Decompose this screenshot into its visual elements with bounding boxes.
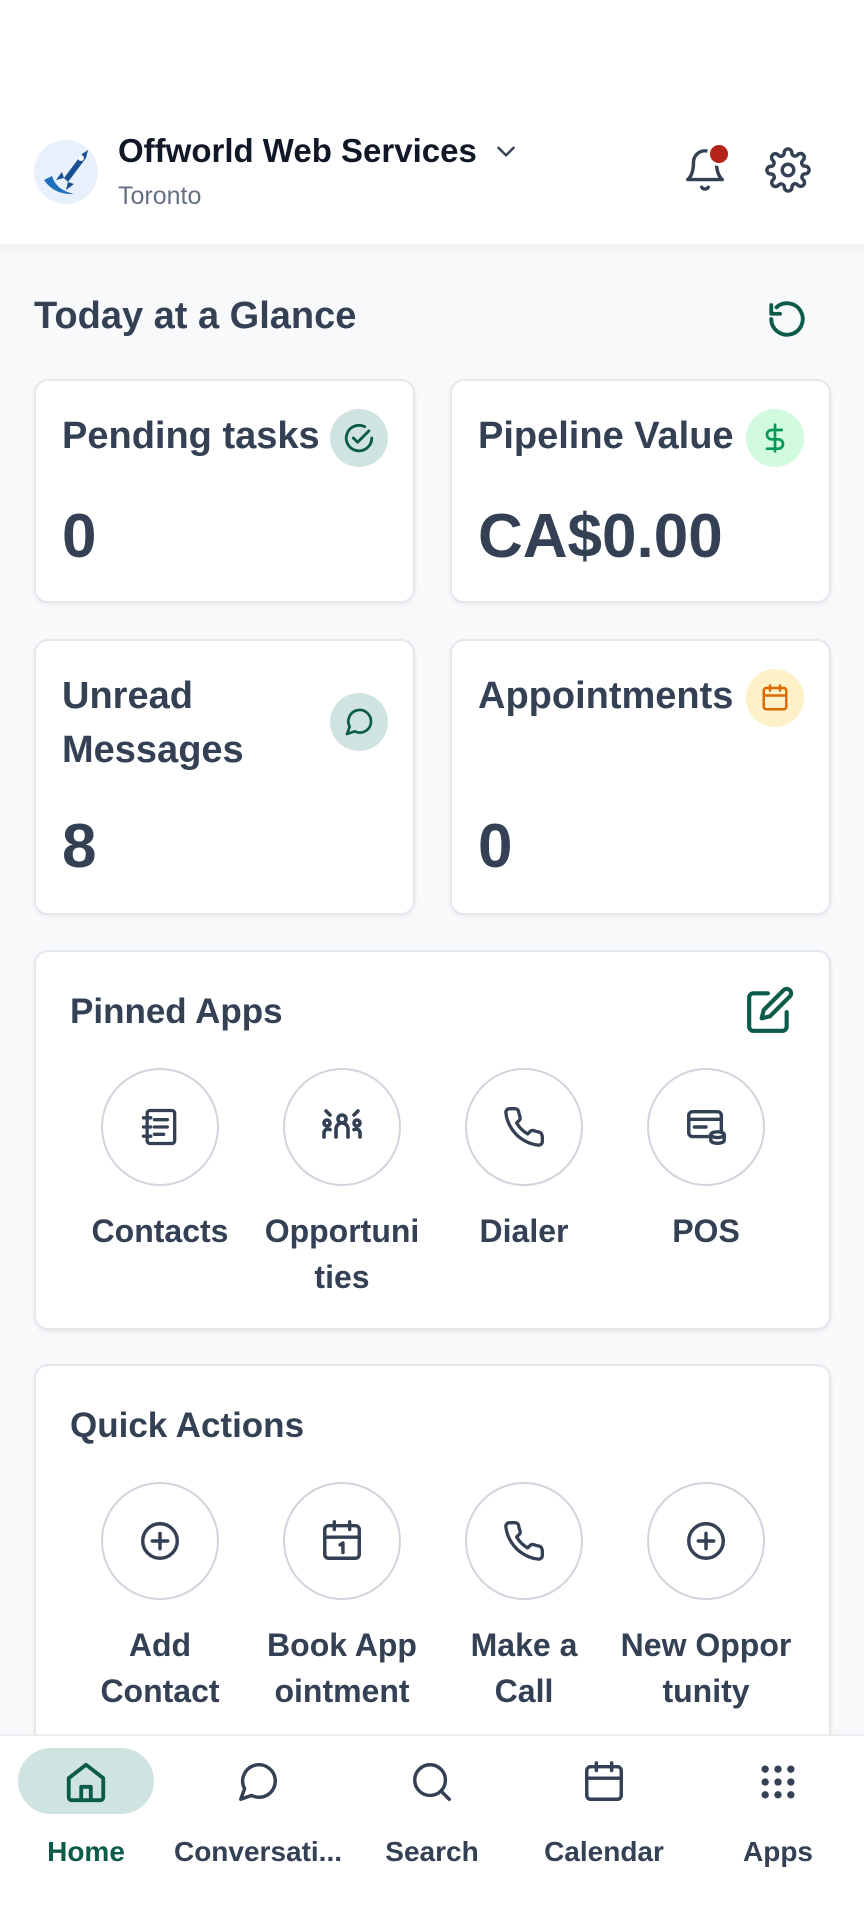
refresh-icon [769,301,805,337]
grid-icon [752,1756,804,1808]
quick-actions-panel: Quick Actions Add Contact Book Appointme… [34,1364,831,1784]
gear-icon [765,147,811,193]
pinned-app-dialer[interactable]: Dialer [434,1068,614,1254]
action-label: Book Appointment [267,1627,417,1709]
pinned-app-contacts[interactable]: Contacts [70,1068,250,1254]
action-icon-circle [101,1482,219,1600]
quick-action-new-opportunity[interactable]: New Opportunity [616,1482,796,1714]
pinned-apps-panel: Pinned Apps Contacts Opportunities Diale… [34,950,831,1330]
company-switcher[interactable]: Offworld Web Services [118,132,519,170]
calendar-one-icon [323,1520,361,1560]
stat-value: 0 [62,502,97,571]
action-label: Make a Call [470,1627,578,1709]
company-location: Toronto [118,182,202,210]
stat-badge [330,693,388,751]
action-label: New Opportunity [620,1627,792,1709]
stat-label: Unread Messages [62,675,244,771]
edit-icon [747,986,794,1033]
app-label: Opportunities [264,1213,420,1295]
chevron-down-icon [497,146,515,157]
refresh-button[interactable] [762,294,812,344]
stat-card-pending-tasks[interactable]: Pending tasks 0 [34,379,415,603]
nav-search[interactable]: Search [346,1736,518,1920]
app-icon-circle [101,1068,219,1186]
home-icon [60,1756,112,1808]
nav-label: Apps [743,1836,813,1867]
app-label: POS [672,1213,740,1249]
dollar-icon [765,423,785,453]
app-icon-circle [647,1068,765,1186]
quick-action-make-a-call[interactable]: Make a Call [434,1482,614,1714]
pos-icon [687,1109,726,1146]
action-label: Add Contact [100,1627,220,1709]
company-name: Offworld Web Services [118,132,477,169]
search-icon [406,1756,458,1808]
stat-badge [746,409,804,467]
stat-card-pipeline-value[interactable]: Pipeline Value CA$0.00 [450,379,831,603]
stat-value: CA$0.00 [478,502,723,571]
nav-apps[interactable]: Apps [692,1736,864,1920]
stat-value: 0 [478,812,513,881]
stat-label: Appointments [478,675,734,717]
calendar-icon [762,684,788,711]
calendar-icon [578,1756,630,1808]
chat-icon [232,1756,284,1808]
stat-card-appointments[interactable]: Appointments 0 [450,639,831,915]
notification-dot [707,142,731,166]
pinned-app-opportunities[interactable]: Opportunities [252,1068,432,1300]
plus-circle-icon [687,1522,725,1560]
stat-badge [746,669,804,727]
app-icon-circle [465,1068,583,1186]
nav-label: Home [47,1836,125,1867]
section-title-glance: Today at a Glance [34,295,357,337]
app-label: Dialer [479,1213,569,1249]
app-icon-circle [283,1068,401,1186]
settings-button[interactable] [760,142,816,198]
check-circle-icon [344,423,374,453]
nav-calendar[interactable]: Calendar [518,1736,690,1920]
action-icon-circle [283,1482,401,1600]
opportunities-icon [322,1109,362,1139]
stat-card-unread-messages[interactable]: Unread Messages 8 [34,639,415,915]
nav-conversations[interactable]: Conversati... [172,1736,344,1920]
app-label: Contacts [91,1213,229,1249]
stat-value: 8 [62,812,97,881]
contact-book-icon [141,1108,177,1146]
action-icon-circle [647,1482,765,1600]
company-logo [34,140,98,204]
pinned-apps-title: Pinned Apps [70,992,283,1031]
stat-label: Pipeline Value [478,415,734,457]
chat-bubble-icon [345,708,373,736]
quick-action-book-appointment[interactable]: Book Appointment [252,1482,432,1714]
stat-label: Pending tasks [62,415,320,457]
stat-badge [330,409,388,467]
plus-circle-icon [141,1522,179,1560]
action-icon-circle [465,1482,583,1600]
edit-pinned-apps-button[interactable] [742,982,798,1038]
pinned-app-pos[interactable]: POS [616,1068,796,1254]
status-bar [0,0,864,120]
nav-home[interactable]: Home [0,1736,172,1920]
phone-icon [504,1521,544,1561]
nav-label: Calendar [544,1836,664,1867]
quick-action-add-contact[interactable]: Add Contact [70,1482,250,1714]
phone-icon [504,1107,544,1147]
nav-label: Search [385,1836,479,1867]
notifications-button[interactable] [677,142,733,198]
bottom-nav: Home Conversati... Search Calendar Apps [0,1734,864,1920]
nav-label: Conversati... [173,1836,343,1867]
app-header: Offworld Web Services Toronto [0,120,864,244]
quick-actions-title: Quick Actions [70,1406,305,1445]
